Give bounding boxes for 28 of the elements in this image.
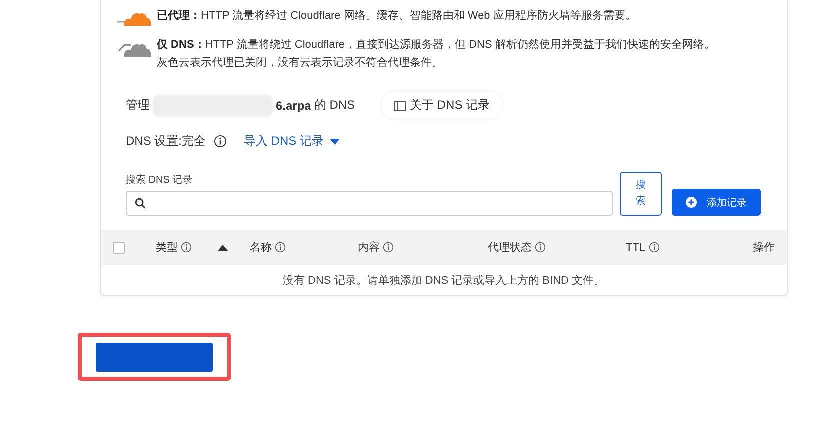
- caret-icon: [330, 138, 340, 144]
- mode-note: 灰色云表示代理已关闭，没有云表示记录不符合代理条件。: [157, 56, 444, 71]
- mode-description: 仅 DNS：HTTP 流量将绕过 Cloudflare，直接到达源服务器，但 DNS 解析仍然使用并受益于我们快速的安全网络。: [157, 38, 716, 53]
- column-header: 操作: [753, 241, 775, 255]
- add-record-button[interactable]: 添加记录: [672, 189, 761, 216]
- select-all-checkbox[interactable]: [113, 242, 125, 254]
- domain-name: 6.arpa: [276, 98, 312, 112]
- search-field[interactable]: [126, 191, 613, 216]
- search-label: 搜索 DNS 记录: [126, 174, 194, 187]
- column-header: 代理状态: [488, 240, 532, 255]
- plus-circle-icon: [686, 197, 697, 208]
- column-header: 内容: [358, 240, 380, 255]
- import-dns-link[interactable]: 导入 DNS 记录: [244, 133, 340, 150]
- book-icon: [394, 100, 406, 110]
- action-button[interactable]: [96, 342, 213, 372]
- info-icon: [214, 135, 228, 148]
- manage-label: 管理: [126, 97, 150, 114]
- column-header: 类型: [156, 241, 178, 255]
- column-header: 名称: [250, 241, 272, 255]
- about-dns-button[interactable]: 关于 DNS 记录: [382, 92, 502, 119]
- mode-description: 已代理：HTTP 流量将经过 Cloudflare 网络。缓存、智能路由和 Web 应用程序防火墙等服务需要。: [157, 8, 636, 24]
- dns-setup-label: DNS 设置:完全: [126, 133, 206, 150]
- search-icon: [135, 198, 146, 209]
- sort-icon[interactable]: [218, 244, 228, 250]
- column-header: TTL: [626, 242, 646, 254]
- manage-suffix: 的 DNS: [314, 97, 356, 114]
- empty-message: 没有 DNS 记录。请单独添加 DNS 记录或导入上方的 BIND 文件。: [282, 274, 606, 288]
- search-button[interactable]: 搜索: [620, 172, 662, 216]
